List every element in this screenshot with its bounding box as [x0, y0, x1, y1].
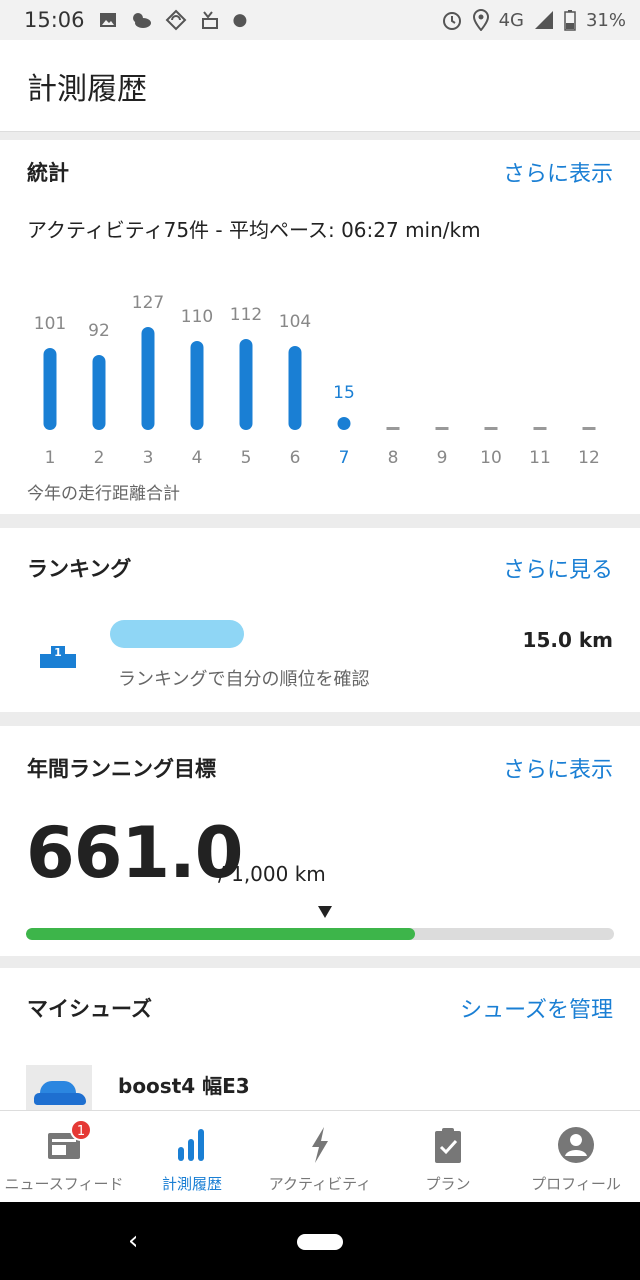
- stats-more-link[interactable]: さらに表示: [503, 156, 613, 188]
- annual-goal-card[interactable]: 年間ランニング目標 さらに表示 661.0 / 1,000 km: [0, 726, 640, 956]
- chart-value-label: 15: [333, 383, 355, 403]
- redacted-username: [110, 620, 244, 648]
- chart-bar: [43, 348, 57, 430]
- clipboard-check-icon: [435, 1128, 461, 1163]
- goal-progress-bar: [26, 928, 614, 940]
- manage-shoes-link[interactable]: シューズを管理: [460, 992, 613, 1024]
- profile-icon: [558, 1127, 594, 1163]
- ranking-distance: 15.0 km: [522, 628, 613, 652]
- location-icon: [472, 9, 489, 31]
- chart-value-label: 104: [278, 311, 312, 332]
- chart-month-label: 4: [191, 448, 203, 468]
- ranking-more-link[interactable]: さらに見る: [503, 552, 613, 584]
- chart-value-label: 101: [33, 314, 67, 335]
- goal-more-link[interactable]: さらに表示: [503, 752, 613, 784]
- battery-icon: [564, 10, 576, 31]
- chart-value-label: 127: [131, 293, 165, 313]
- battery-percent: 31%: [585, 9, 626, 31]
- nav-label-history: 計測履歴: [161, 1175, 222, 1193]
- nav-item-profile[interactable]: プロフィール: [512, 1111, 640, 1202]
- back-arrow-icon[interactable]: ‹: [128, 1226, 138, 1256]
- mail-icon: [201, 11, 218, 29]
- chart-empty-marker: [386, 427, 400, 430]
- app-header: 計測履歴: [0, 40, 640, 132]
- chart-bar: [288, 345, 302, 430]
- nav-label-activity: アクティビティ: [268, 1175, 372, 1193]
- monthly-distance-chart: 101 1 92 2 127 3 110 4 112 5 104 6 15 7 8 9 10 11 12: [0, 260, 640, 470]
- goal-pace-marker-icon: [318, 906, 332, 918]
- stats-title: 統計: [27, 161, 69, 185]
- goal-progress-fill: [26, 928, 415, 940]
- my-shoes-card: マイシューズ シューズを管理 boost4 幅E3: [0, 968, 640, 1113]
- chart-month-label: 5: [240, 448, 252, 468]
- network-type: 4G: [498, 9, 524, 31]
- ranking-subtitle: ランキングで自分の順位を確認: [118, 669, 370, 690]
- chart-point: [337, 417, 351, 430]
- shoe-image: [26, 1065, 92, 1113]
- chart-value-label: 112: [229, 305, 263, 326]
- chart-empty-marker: [484, 427, 498, 430]
- image-icon: [99, 13, 116, 27]
- chart-bar: [190, 340, 204, 430]
- shoe-name[interactable]: boost4 幅E3: [118, 1070, 250, 1099]
- ranking-card[interactable]: ランキング さらに見る 1 15.0 km ランキングで自分の順位を確認: [0, 528, 640, 712]
- bar-chart-icon: [178, 1129, 204, 1161]
- stats-card: 統計 さらに表示 アクティビティ75件 - 平均ペース: 06:27 min/k…: [0, 140, 640, 514]
- nav-label-profile: プロフィール: [531, 1175, 621, 1193]
- chart-bar: [92, 355, 106, 430]
- status-bar: 15:06 ● 4G 31%: [0, 0, 640, 40]
- podium-icon: 1: [40, 646, 76, 668]
- goal-current-distance: 661.0: [26, 812, 243, 894]
- stats-summary: アクティビティ75件 - 平均ペース: 06:27 min/km: [27, 218, 481, 242]
- alarm-icon: [442, 12, 461, 30]
- chart-empty-marker: [582, 427, 596, 430]
- goal-target-distance: / 1,000 km: [218, 862, 326, 886]
- chart-month-label: 3: [142, 448, 154, 468]
- nav-label-plan: プラン: [425, 1175, 471, 1193]
- chart-month-label: 8: [387, 448, 399, 468]
- signal-icon: [534, 11, 553, 29]
- more-notifications-dot-icon: ●: [232, 10, 248, 30]
- bottom-nav: 1 ニュースフィード 計測履歴 アクティビティ プラン プロフィール: [0, 1110, 640, 1202]
- notification-icons: ●: [99, 9, 248, 31]
- ranking-title: ランキング: [27, 557, 132, 581]
- page-title: 計測履歴: [27, 71, 147, 107]
- system-icons: 4G 31%: [441, 9, 626, 31]
- nav-item-history[interactable]: 計測履歴: [128, 1111, 256, 1202]
- chart-bar: [141, 327, 155, 430]
- shoes-title: マイシューズ: [27, 997, 152, 1021]
- nav-label-newsfeed: ニュースフィード: [4, 1175, 124, 1193]
- sync-icon: [165, 9, 186, 31]
- chart-value-label: 92: [88, 321, 110, 342]
- chart-month-label: 11: [529, 448, 551, 468]
- chart-month-label: 1: [44, 448, 56, 468]
- nav-item-plan[interactable]: プラン: [384, 1111, 512, 1202]
- chart-month-label: 6: [289, 448, 301, 468]
- chart-bar: [239, 339, 253, 430]
- goal-title: 年間ランニング目標: [27, 757, 216, 781]
- chart-month-label: 10: [480, 448, 502, 468]
- lightning-icon: [312, 1127, 328, 1163]
- system-navigation-bar: ‹: [0, 1202, 640, 1280]
- chart-month-label: 9: [436, 448, 448, 468]
- chart-month-label: 12: [578, 448, 600, 468]
- nav-item-newsfeed[interactable]: 1 ニュースフィード: [0, 1111, 128, 1202]
- stats-footer: 今年の走行距離合計: [27, 484, 180, 504]
- chart-empty-marker: [533, 427, 547, 430]
- status-time: 15:06: [24, 8, 85, 32]
- chart-month-label: 7: [338, 448, 350, 468]
- nav-item-activity[interactable]: アクティビティ: [256, 1111, 384, 1202]
- chart-value-label: 110: [180, 306, 214, 327]
- weather-icon: [132, 13, 151, 28]
- notification-badge: 1: [70, 1119, 92, 1141]
- chart-month-label: 2: [93, 448, 105, 468]
- home-pill-icon[interactable]: [297, 1234, 343, 1250]
- chart-empty-marker: [435, 427, 449, 430]
